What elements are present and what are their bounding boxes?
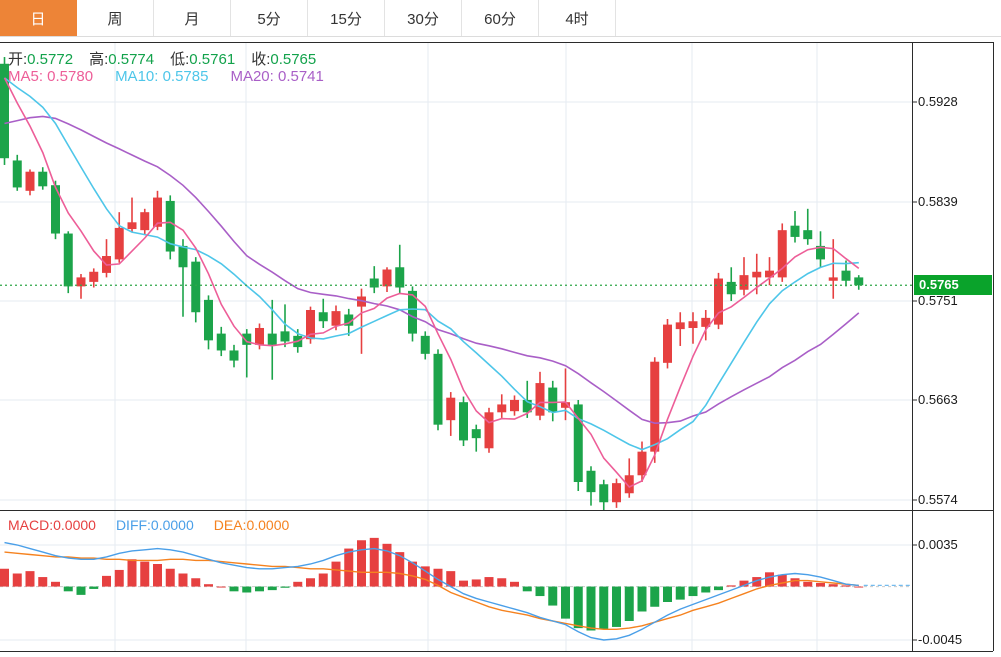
ma10-readout: MA10: 0.5785 <box>115 68 209 85</box>
tab-4hour[interactable]: 4时 <box>539 0 616 36</box>
macd-header: MACD:0.0000 DIFF:0.0000 DEA:0.0000 <box>8 517 309 533</box>
interval-tabbar: 日周月 5分 15分 30分 60分 4时 <box>0 0 1001 37</box>
tab-week[interactable]: 周 <box>77 0 154 36</box>
tab-30min[interactable]: 30分 <box>385 0 462 36</box>
price-chart-area[interactable] <box>0 42 912 510</box>
tab-5min[interactable]: 5分 <box>231 0 308 36</box>
axis-tick-label: 0.5928 <box>918 94 958 109</box>
ma5-readout: MA5: 0.5780 <box>8 68 94 85</box>
axis-tick-label: 0.5574 <box>918 492 958 507</box>
dea-readout: DEA:0.0000 <box>213 517 290 533</box>
tab-60min[interactable]: 60分 <box>462 0 539 36</box>
ma-header: MA5: 0.5780 MA10: 0.5785 MA20: 0.5741 <box>8 68 346 85</box>
close-value: 0.5765 <box>270 51 317 68</box>
axis-tick-label: -0.0045 <box>918 632 963 647</box>
ohlc-header: 开:0.5772 高:0.5774 低:0.5761 收:0.5765 <box>8 48 332 69</box>
macd-readout: MACD:0.0000 <box>8 517 96 533</box>
tab-month[interactable]: 月 <box>154 0 231 36</box>
current-price-tag: 0.5765 <box>914 275 992 295</box>
axis-tick-label: 0.5839 <box>918 194 958 209</box>
high-value: 0.5774 <box>108 51 155 68</box>
axis-tick-label: 0.5663 <box>918 392 958 407</box>
high-label: 高: <box>89 51 109 68</box>
axis-tick-label: 0.0035 <box>918 537 958 552</box>
low-value: 0.5761 <box>189 51 236 68</box>
open-label: 开: <box>8 51 28 68</box>
close-label: 收: <box>251 51 271 68</box>
low-label: 低: <box>170 51 190 68</box>
tab-15min[interactable]: 15分 <box>308 0 385 36</box>
axis-tick-label: 0.5751 <box>918 293 958 308</box>
tab-day[interactable]: 日 <box>0 0 77 36</box>
open-value: 0.5772 <box>27 51 74 68</box>
ma20-readout: MA20: 0.5741 <box>230 68 324 85</box>
diff-readout: DIFF:0.0000 <box>115 517 194 533</box>
trading-chart-page: { "tabbar": { "tabs": [ {"id":"day","lab… <box>0 0 1001 657</box>
